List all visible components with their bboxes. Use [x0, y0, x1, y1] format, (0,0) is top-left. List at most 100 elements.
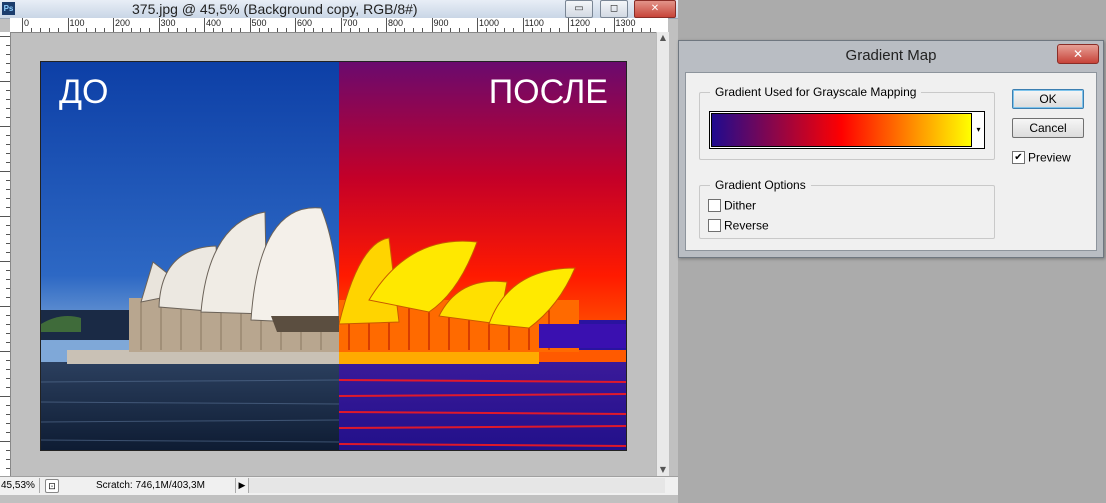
ruler-tick: [6, 63, 10, 64]
ruler-minor-tick: [304, 28, 306, 32]
status-menu-arrow-icon[interactable]: ▶: [235, 478, 249, 493]
dialog-title-bar[interactable]: Gradient Map ✕: [679, 41, 1103, 68]
minimize-button[interactable]: ▭: [565, 0, 593, 18]
dither-option[interactable]: Dither: [708, 198, 756, 213]
ruler-minor-tick: [131, 28, 133, 32]
vertical-ruler[interactable]: [0, 32, 11, 476]
preview-checkbox[interactable]: ✔: [1012, 151, 1025, 165]
gradient-picker[interactable]: ▾: [709, 111, 985, 149]
dialog-body: Gradient Used for Grayscale Mapping ▾ Gr…: [685, 72, 1097, 251]
ruler-minor-tick: [231, 28, 233, 32]
document-window: Ps 375.jpg @ 45,5% (Background copy, RGB…: [0, 0, 678, 503]
gradient-dropdown-icon[interactable]: ▾: [973, 112, 984, 148]
reverse-checkbox[interactable]: [708, 219, 721, 233]
ok-button[interactable]: OK: [1012, 89, 1084, 109]
ruler-tick: [6, 405, 10, 406]
close-window-button[interactable]: ✕: [634, 0, 676, 18]
ruler-tick: [6, 72, 10, 73]
ruler-minor-tick: [349, 28, 351, 32]
ruler-tick: [0, 351, 10, 352]
canvas-area[interactable]: ДО ПОСЛЕ: [11, 33, 656, 476]
ruler-minor-tick: [194, 28, 196, 32]
ruler-minor-tick: [495, 28, 497, 32]
horizontal-ruler[interactable]: 0 100 200 300 400 500 600 700 800 900 1000 1100 1200…: [10, 18, 668, 33]
gradient-preview-bar[interactable]: [711, 113, 972, 147]
ruler-minor-tick: [285, 28, 287, 32]
zoom-level-field[interactable]: 45,53%: [0, 478, 40, 493]
ruler-minor-tick: [276, 28, 278, 32]
horizontal-scrollbar[interactable]: [249, 478, 665, 493]
ruler-tick: [6, 135, 10, 136]
ruler-tick: [6, 423, 10, 424]
scroll-up-icon[interactable]: ▲: [657, 32, 669, 44]
ruler-tick: [6, 252, 10, 253]
ruler-minor-tick: [395, 28, 397, 32]
ruler-minor-tick: [103, 28, 105, 32]
ruler-minor-tick: [404, 28, 406, 32]
dialog-close-button[interactable]: ✕: [1057, 44, 1099, 64]
maximize-button[interactable]: ◻: [600, 0, 628, 18]
document-title-bar[interactable]: Ps 375.jpg @ 45,5% (Background copy, RGB…: [0, 0, 678, 19]
ruler-tick: [0, 396, 10, 397]
ruler-tick: [6, 378, 10, 379]
ruler-tick: [0, 36, 10, 37]
ruler-tick: [6, 432, 10, 433]
ruler-minor-tick: [531, 28, 533, 32]
ruler-tick: [6, 162, 10, 163]
document-title: 375.jpg @ 45,5% (Background copy, RGB/8#…: [132, 1, 418, 17]
ruler-minor-tick: [58, 28, 60, 32]
ruler-tick: [6, 279, 10, 280]
ruler-minor-tick: [413, 28, 415, 32]
ruler-tick: [0, 81, 10, 82]
after-label: ПОСЛЕ: [488, 73, 608, 111]
ruler-tick: [6, 360, 10, 361]
ruler-tick: [6, 288, 10, 289]
ruler-minor-tick: [376, 28, 378, 32]
gradient-options-label: Gradient Options: [710, 178, 811, 192]
document-info-icon[interactable]: ⊡: [45, 479, 59, 493]
grayscale-mapping-group: Gradient Used for Grayscale Mapping ▾: [699, 85, 995, 160]
ruler-tick-label: 500: [251, 18, 267, 28]
ruler-minor-tick: [486, 28, 488, 32]
close-icon: ✕: [650, 3, 660, 14]
ruler-tick-label: 600: [297, 18, 313, 28]
ruler-tick: [0, 261, 10, 262]
dither-checkbox[interactable]: [708, 199, 721, 213]
ruler-tick-label: 300: [160, 18, 176, 28]
ruler-tick: [6, 270, 10, 271]
ruler-tick: [6, 243, 10, 244]
ruler-minor-tick: [595, 28, 597, 32]
preview-option[interactable]: ✔ Preview: [1012, 150, 1071, 165]
ruler-tick-label: 800: [388, 18, 404, 28]
ruler-minor-tick: [31, 28, 33, 32]
ruler-minor-tick: [649, 28, 651, 32]
ruler-minor-tick: [222, 28, 224, 32]
scratch-info: Scratch: 746,1M/403,3M: [96, 480, 205, 491]
photo-image: ДО ПОСЛЕ: [40, 61, 627, 451]
ruler-tick: [6, 369, 10, 370]
ruler-minor-tick: [586, 28, 588, 32]
ruler-tick: [6, 450, 10, 451]
ruler-minor-tick: [213, 28, 215, 32]
maximize-icon: ◻: [609, 3, 619, 14]
ruler-tick: [6, 297, 10, 298]
ruler-minor-tick: [458, 28, 460, 32]
ruler-tick-label: 700: [342, 18, 358, 28]
ruler-tick: [6, 90, 10, 91]
vertical-scrollbar[interactable]: ▲ ▼: [656, 32, 669, 476]
ruler-tick: [6, 414, 10, 415]
scroll-down-icon[interactable]: ▼: [657, 464, 669, 476]
ruler-minor-tick: [49, 28, 51, 32]
ruler-tick: [6, 234, 10, 235]
gradient-map-dialog: Gradient Map ✕ Gradient Used for Graysca…: [678, 40, 1104, 258]
reverse-option[interactable]: Reverse: [708, 218, 769, 233]
ruler-tick: [0, 441, 10, 442]
ruler-minor-tick: [258, 28, 260, 32]
ruler-minor-tick: [267, 28, 269, 32]
ruler-tick: [0, 216, 10, 217]
ruler-minor-tick: [367, 28, 369, 32]
ruler-minor-tick: [558, 28, 560, 32]
reverse-label: Reverse: [724, 218, 769, 233]
ruler-tick: [6, 108, 10, 109]
cancel-button[interactable]: Cancel: [1012, 118, 1084, 138]
